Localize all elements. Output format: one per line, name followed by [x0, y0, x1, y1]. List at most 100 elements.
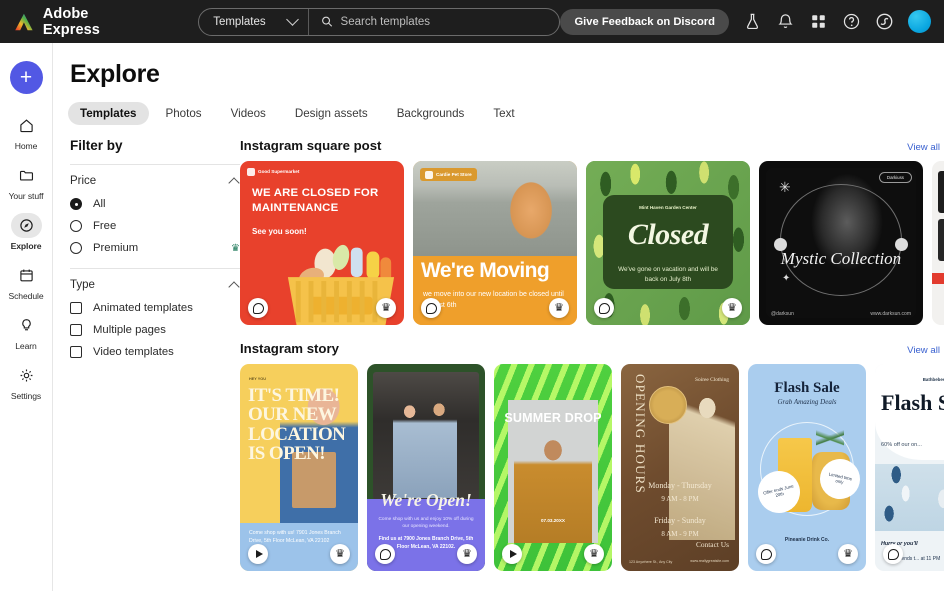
view-all-link[interactable]: View all — [907, 142, 940, 153]
tab-templates[interactable]: Templates — [68, 102, 149, 125]
remix-badge[interactable] — [756, 544, 776, 564]
creative-cloud-icon[interactable] — [875, 12, 894, 31]
card-accent-bar — [932, 273, 944, 284]
remix-badge[interactable] — [375, 544, 395, 564]
tab-videos[interactable]: Videos — [219, 102, 278, 125]
template-card-closed-vacation[interactable]: Mint Haven Garden Center Closed We've go… — [586, 161, 750, 325]
sidebar-item-your-stuff[interactable]: Your stuff — [1, 163, 51, 201]
folder-icon — [11, 163, 42, 188]
remix-badge[interactable] — [594, 298, 614, 318]
sidebar-item-home[interactable]: Home — [1, 113, 51, 151]
sidebar-item-schedule[interactable]: Schedule — [1, 263, 51, 301]
main-content: Explore Templates Photos Videos Design a… — [53, 43, 944, 591]
home-icon — [11, 113, 42, 138]
tab-text[interactable]: Text — [481, 102, 526, 125]
search-scope-dropdown[interactable]: Templates — [199, 9, 308, 35]
filter-option-video-templates[interactable]: Video templates — [70, 346, 240, 358]
search-scope-label: Templates — [213, 16, 265, 28]
sidebar-item-explore[interactable]: Explore — [1, 213, 51, 251]
checkbox-icon — [70, 346, 82, 358]
filter-option-all[interactable]: All — [70, 198, 240, 210]
brand-logo-area[interactable]: Adobe Express — [0, 6, 131, 38]
sidebar-item-settings[interactable]: Settings — [1, 363, 51, 401]
filter-option-animated-templates[interactable]: Animated templates — [70, 302, 240, 314]
sidebar-item-label: Schedule — [8, 291, 43, 301]
card-subline: See you soon! — [252, 227, 307, 236]
chevron-down-icon — [286, 13, 299, 26]
video-play-badge[interactable] — [502, 544, 522, 564]
filter-option-free[interactable]: Free — [70, 220, 240, 232]
card-brand-label: Cardie Pet Store — [436, 172, 472, 177]
template-card-partial[interactable] — [932, 161, 944, 325]
template-card-we-are-closed-for-maintenance[interactable]: Good Supermarket WE ARE CLOSED FOR MAINT… — [240, 161, 404, 325]
tab-photos[interactable]: Photos — [154, 102, 214, 125]
card-website: www.reallygreatsite.com — [690, 559, 729, 563]
card-brand-label: Pineanie Drink Co. — [748, 537, 866, 543]
compass-icon — [11, 213, 42, 238]
template-card-new-location-is-open[interactable]: HEY YOU IT'S TIME! OUR NEW LOCATION IS O… — [240, 364, 358, 571]
remix-badge[interactable] — [421, 298, 441, 318]
card-photo — [938, 171, 944, 213]
crown-icon: ♛ — [462, 549, 472, 560]
create-new-button[interactable]: + — [10, 61, 43, 94]
card-eyebrow: HEY YOU — [249, 377, 266, 381]
help-icon[interactable] — [842, 12, 861, 31]
beaker-icon[interactable] — [743, 12, 762, 31]
card-headline: WE ARE CLOSED FOR MAINTENANCE — [252, 186, 404, 216]
filter-group-label: Type — [70, 279, 95, 291]
card-subline: 60% off our on... — [881, 442, 922, 448]
sidebar-item-label: Home — [15, 141, 38, 151]
card-brand-label: Mint Haven Garden Center — [586, 205, 750, 211]
radio-icon — [70, 242, 82, 254]
video-play-badge[interactable] — [248, 544, 268, 564]
calendar-icon — [11, 263, 42, 288]
app-grid-icon[interactable] — [809, 12, 828, 31]
top-bar: Adobe Express Templates Give Feedback on… — [0, 0, 944, 43]
remix-icon — [599, 303, 610, 314]
card-photo — [938, 219, 944, 261]
premium-badge: ♛ — [330, 544, 350, 564]
card-hours-time-1: 9 AM - 8 PM — [627, 495, 733, 503]
card-brand-chip: Good Supermarket — [247, 168, 299, 176]
bell-icon[interactable] — [776, 12, 795, 31]
card-handle: @darksun — [771, 311, 794, 317]
filter-group-price-header[interactable]: Price — [70, 175, 240, 187]
template-card-mystic-collection[interactable]: ✳ ✦ Darkiuss Mystic Collection @darksun … — [759, 161, 923, 325]
sidebar-item-learn[interactable]: Learn — [1, 313, 51, 351]
filter-option-multiple-pages[interactable]: Multiple pages — [70, 324, 240, 336]
card-hours-time-2: 8 AM - 9 PM — [627, 530, 733, 538]
lightbulb-icon — [11, 313, 42, 338]
template-card-flash-sale-bottles[interactable]: Bathbebes Flash Sale 60% off our on... H… — [875, 364, 944, 571]
user-avatar[interactable] — [908, 10, 931, 33]
search-input[interactable] — [341, 16, 560, 28]
template-card-opening-hours[interactable]: OPENING HOURS Soiree Clothing Monday - T… — [621, 364, 739, 571]
card-website: www.darksun.com — [870, 311, 911, 317]
premium-badge: ♛ — [376, 298, 396, 318]
give-feedback-on-discord-button[interactable]: Give Feedback on Discord — [560, 9, 729, 35]
remix-icon — [761, 549, 772, 560]
card-subline: Grab Amazing Deals — [748, 398, 866, 406]
card-brand-label: Bathbebes — [875, 377, 944, 383]
crown-icon: ♛ — [381, 303, 391, 314]
divider — [70, 268, 240, 269]
remix-badge[interactable] — [248, 298, 268, 318]
search-bar[interactable]: Templates — [198, 8, 560, 36]
tab-backgrounds[interactable]: Backgrounds — [385, 102, 477, 125]
card-headline: Mystic Collection — [759, 249, 923, 270]
search-field-wrap[interactable] — [309, 9, 560, 35]
view-all-link[interactable]: View all — [907, 345, 940, 356]
template-card-were-moving[interactable]: Cardie Pet Store We're Moving we move in… — [413, 161, 577, 325]
remix-badge[interactable] — [883, 544, 903, 564]
tab-design-assets[interactable]: Design assets — [283, 102, 380, 125]
template-card-were-open[interactable]: We're Open! Come shop with us and enjoy … — [367, 364, 485, 571]
filter-group-type-header[interactable]: Type — [70, 279, 240, 291]
section-title: Instagram square post — [240, 138, 381, 153]
card-subline: Come shop with us and enjoy 10% off duri… — [376, 516, 476, 531]
card-headline: OPENING HOURS — [632, 374, 648, 494]
sidebar-item-label: Explore — [11, 241, 42, 251]
template-card-flash-sale-juice[interactable]: Flash Sale Grab Amazing Deals Offer ends… — [748, 364, 866, 571]
filter-option-premium[interactable]: Premium ♛ — [70, 242, 240, 254]
medallion-icon — [649, 386, 687, 424]
template-card-summer-drop[interactable]: SUMMER DROP 07.03.20XX ♛ — [494, 364, 612, 571]
crown-icon: ♛ — [843, 549, 853, 560]
